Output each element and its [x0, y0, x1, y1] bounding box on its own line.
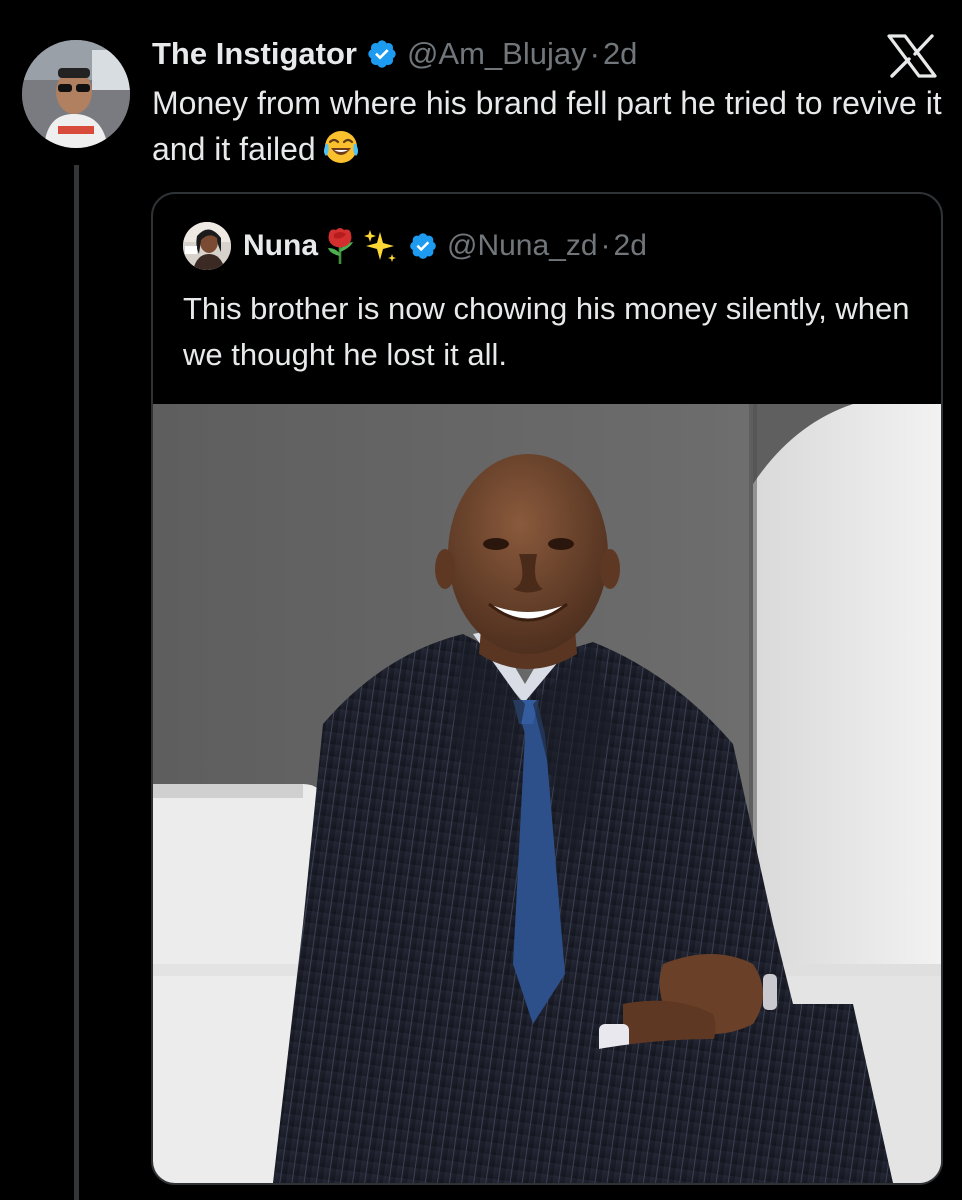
- author-name[interactable]: The Instigator: [152, 36, 357, 72]
- quoted-tweet-photo[interactable]: [153, 404, 941, 1183]
- quoted-author-name[interactable]: Nuna: [243, 229, 318, 263]
- quoted-tweet-text: This brother is now chowing his money si…: [183, 291, 910, 372]
- quoted-tweet-header: Nuna @Nuna_zd · 2d: [183, 222, 647, 270]
- quoted-timestamp[interactable]: 2d: [614, 229, 647, 263]
- separator-dot: ·: [589, 36, 600, 71]
- tweet-timestamp[interactable]: 2d: [603, 36, 637, 72]
- tweet: The Instigator @Am_Blujay · 2d Money fro…: [0, 0, 962, 1200]
- x-logo-icon[interactable]: [886, 34, 938, 78]
- tweet-text-body: Money from where his brand fell part he …: [152, 85, 942, 167]
- quoted-author-handle[interactable]: @Nuna_zd: [447, 229, 598, 263]
- quoted-tweet-card[interactable]: Nuna @Nuna_zd · 2d This brother is now c…: [151, 192, 943, 1185]
- author-handle[interactable]: @Am_Blujay: [407, 36, 587, 72]
- quoted-author-avatar[interactable]: [183, 222, 231, 270]
- author-avatar[interactable]: [22, 40, 130, 148]
- face-with-tears-of-joy-icon: [322, 128, 360, 166]
- tweet-header: The Instigator @Am_Blujay · 2d: [152, 32, 637, 76]
- sparkles-icon: [362, 226, 398, 266]
- thread-line: [74, 165, 79, 1200]
- tweet-text: Money from where his brand fell part he …: [152, 80, 952, 172]
- quoted-verified-badge-icon: [408, 231, 438, 261]
- verified-badge-icon: [366, 38, 398, 70]
- rose-icon: [322, 226, 358, 266]
- quoted-separator-dot: ·: [600, 229, 611, 262]
